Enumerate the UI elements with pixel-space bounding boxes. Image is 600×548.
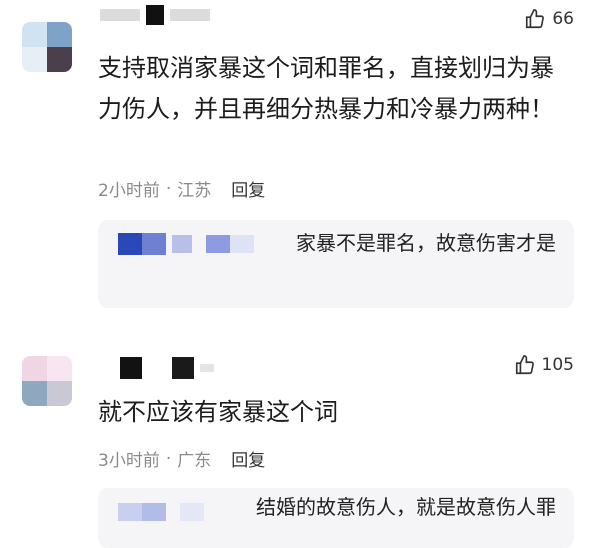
location: 广东	[177, 451, 212, 471]
like-count: 66	[552, 9, 574, 29]
username-redacted[interactable]	[100, 4, 210, 26]
avatar[interactable]	[22, 356, 72, 406]
separator: ·	[165, 178, 172, 199]
reply-text: 结婚的故意伤人，就是故意伤人罪	[256, 495, 556, 519]
timestamp: 3小时前	[98, 451, 160, 471]
comment-text: 就不应该有家暴这个词	[98, 398, 338, 426]
separator: ·	[165, 448, 172, 469]
timestamp: 2小时前	[98, 181, 160, 201]
comment-text: 支持取消家暴这个词和罪名，直接划归为暴力伤人，并且再细分热暴力和冷暴力两种！	[98, 54, 554, 123]
reply-thread[interactable]: 家暴不是罪名，故意伤害才是	[98, 220, 574, 308]
comment-meta: 3小时前 · 广东 回复	[98, 446, 265, 472]
comment-meta: 2小时前 · 江苏 回复	[98, 176, 265, 202]
username-redacted[interactable]	[120, 357, 214, 379]
reply-text: 家暴不是罪名，故意伤害才是	[296, 231, 556, 255]
like-button[interactable]: 66	[524, 8, 574, 30]
location: 江苏	[177, 181, 212, 201]
reply-thread[interactable]: 结婚的故意伤人，就是故意伤人罪	[98, 488, 574, 548]
avatar[interactable]	[22, 22, 72, 72]
thumbs-up-icon	[526, 9, 545, 29]
reply-button[interactable]: 回复	[231, 176, 265, 201]
like-button[interactable]: 105	[514, 354, 574, 376]
like-count: 105	[541, 355, 574, 375]
reply-button[interactable]: 回复	[231, 446, 265, 471]
thumbs-up-icon	[515, 355, 534, 375]
